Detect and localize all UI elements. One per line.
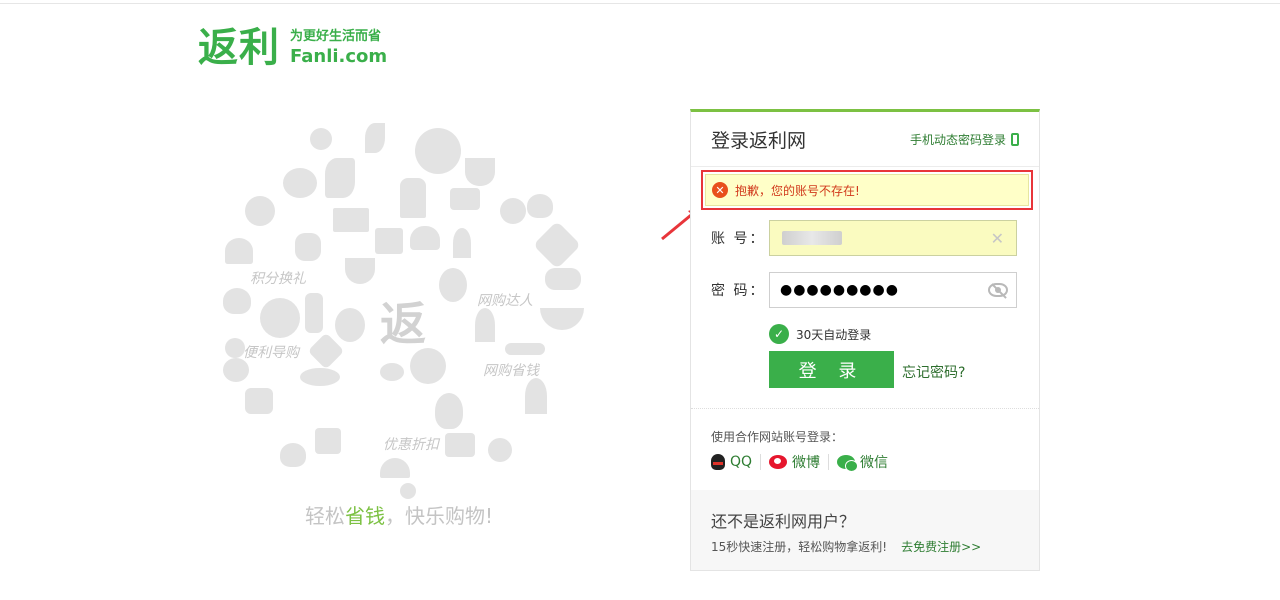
palm-icon	[225, 238, 253, 264]
login-header: 登录返利网 手机动态密码登录	[691, 112, 1039, 167]
bulb-icon	[400, 483, 416, 499]
register-footer: 还不是返利网用户？ 15秒快速注册，轻松购物拿返利! 去免费注册>>	[691, 490, 1039, 570]
table-icon	[333, 208, 369, 232]
partner-divider	[828, 454, 830, 470]
fish-icon	[283, 168, 317, 198]
logo-text: 为更好生活而省 Fanli.com	[290, 28, 387, 68]
pear-icon	[435, 393, 463, 429]
illustration-label-guide: 便利导购	[243, 345, 299, 361]
leaf-icon	[365, 123, 385, 153]
check-icon: ✓	[769, 324, 789, 344]
lollipop-icon	[488, 438, 512, 462]
qq-label: QQ	[730, 454, 753, 470]
logo-domain: Fanli.com	[290, 46, 388, 67]
clear-icon[interactable]: ✕	[991, 229, 1004, 248]
site-logo[interactable]: 返利 为更好生活而省 Fanli.com	[198, 26, 387, 70]
weibo-label: 微博	[792, 455, 821, 471]
register-link[interactable]: 去免费注册>>	[901, 538, 981, 555]
account-row: 账 号： ✕	[711, 220, 1017, 256]
ice-cream-icon	[525, 378, 547, 414]
account-field[interactable]: ✕	[769, 220, 1017, 256]
register-line: 15秒快速注册，轻松购物拿返利! 去免费注册>>	[711, 538, 1019, 555]
sunglasses-icon	[300, 368, 340, 386]
wechat-login-link[interactable]: 微信	[837, 452, 888, 472]
cake-slice-icon	[445, 433, 475, 457]
pot-icon	[245, 388, 273, 414]
shoe-icon	[325, 158, 355, 198]
error-icon: ✕	[712, 182, 728, 198]
flower-icon	[245, 196, 275, 226]
tie-icon	[295, 233, 321, 261]
error-text: 抱歉，您的账号不存在!	[735, 183, 860, 198]
phone-icon	[1011, 132, 1019, 146]
illustration-label-shopper: 网购达人	[477, 293, 533, 309]
partner-login-list: QQ 微博 微信	[711, 452, 888, 472]
qq-login-link[interactable]: QQ	[711, 454, 752, 470]
illustration-label-save: 网购省钱	[483, 363, 539, 379]
eye-icon[interactable]	[988, 283, 1008, 297]
target-icon	[260, 298, 300, 338]
login-button[interactable]: 登 录	[769, 351, 894, 388]
error-message: ✕ 抱歉，您的账号不存在!	[701, 170, 1033, 210]
illustration-center-logo: 返	[380, 297, 426, 351]
password-label: 密 码：	[711, 283, 766, 299]
lamp-icon	[225, 338, 245, 358]
plate-icon	[415, 128, 461, 174]
avocado-icon	[439, 268, 467, 302]
tagline-highlight: 省钱	[345, 504, 385, 528]
error-inner: ✕ 抱歉，您的账号不存在!	[705, 174, 1029, 206]
account-value-blurred	[782, 231, 842, 245]
teacup-icon	[465, 158, 495, 186]
qq-icon	[711, 454, 725, 470]
glass-icon	[453, 228, 471, 258]
tagline: 轻松省钱，快乐购物!	[305, 500, 493, 529]
partner-divider	[760, 454, 762, 470]
login-title: 登录返利网	[711, 129, 807, 152]
mobile-login-label: 手机动态密码登录	[909, 132, 1006, 147]
wechat-label: 微信	[860, 455, 889, 471]
password-value: ●●●●●●●●●	[780, 282, 899, 298]
register-prompt: 还不是返利网用户？	[711, 512, 856, 531]
mobile-login-link[interactable]: 手机动态密码登录	[910, 131, 1019, 148]
wine-icon	[475, 308, 495, 342]
swirl-icon	[500, 198, 526, 224]
heart-icon	[527, 194, 553, 218]
ball-icon	[310, 128, 332, 150]
shopping-illustration: 返 积分换礼 网购达人 便利导购 网购省钱 优惠折扣	[205, 108, 600, 503]
account-label: 账 号：	[711, 231, 766, 247]
logo-slogan: 为更好生活而省	[290, 29, 382, 44]
forgot-password-link[interactable]: 忘记密码?	[902, 362, 965, 382]
illustration-label-discount: 优惠折扣	[383, 437, 439, 453]
section-divider	[691, 408, 1039, 409]
auto-login-checkbox[interactable]: ✓ 30天自动登录	[769, 324, 871, 344]
bag-icon	[375, 228, 403, 254]
burger-icon	[410, 226, 440, 250]
weibo-login-link[interactable]: 微博	[769, 452, 820, 472]
login-panel: 登录返利网 手机动态密码登录 ✕ 抱歉，您的账号不存在! 账 号： ✕ 密 码：…	[690, 109, 1040, 571]
cup-icon	[315, 428, 341, 454]
heart-small-icon	[223, 288, 251, 314]
knife-icon	[505, 343, 545, 355]
partner-login-title: 使用合作网站账号登录：	[711, 430, 844, 444]
password-row: 密 码： ●●●●●●●●●	[711, 272, 1017, 308]
cherry-icon	[380, 363, 404, 381]
top-divider	[0, 3, 1280, 4]
wechat-icon	[837, 455, 859, 472]
auto-login-label: 30天自动登录	[796, 327, 872, 342]
bottle-icon	[305, 293, 323, 333]
logo-mark: 返利	[198, 25, 280, 71]
scissors-icon	[335, 308, 365, 342]
heart-bottom-icon	[280, 443, 306, 467]
illustration-label-points: 积分换礼	[250, 271, 306, 287]
tagline-suffix: ，快乐购物!	[385, 504, 494, 528]
cake-icon	[450, 188, 480, 210]
register-description: 15秒快速注册，轻松购物拿返利!	[711, 540, 888, 554]
weibo-icon	[769, 455, 788, 469]
leg-icon	[545, 268, 581, 290]
password-field[interactable]: ●●●●●●●●●	[769, 272, 1017, 308]
dress-icon	[400, 178, 426, 218]
tagline-prefix: 轻松	[305, 504, 345, 528]
